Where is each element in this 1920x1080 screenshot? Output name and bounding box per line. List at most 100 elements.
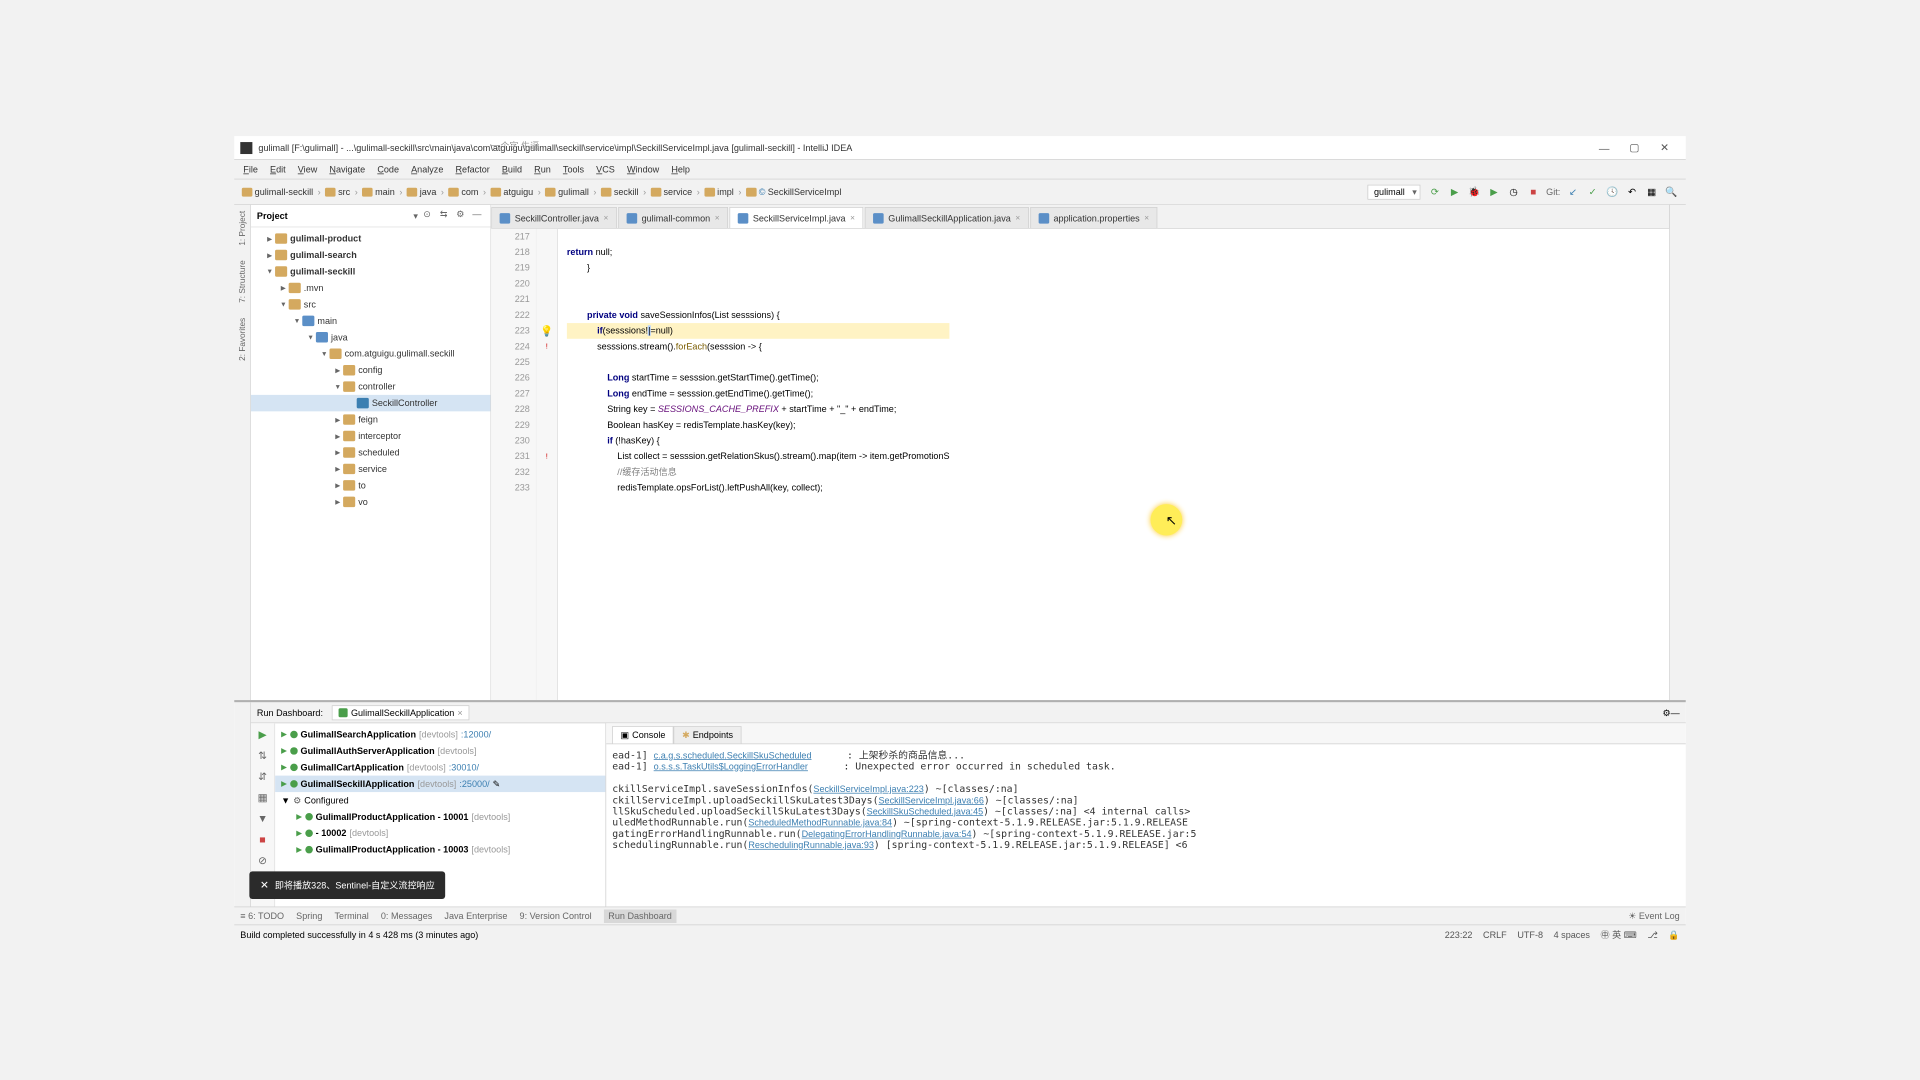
editor-tab[interactable]: application.properties× bbox=[1030, 207, 1157, 228]
editor-tab[interactable]: SeckillServiceImpl.java× bbox=[729, 207, 863, 228]
breadcrumb-item[interactable]: impl bbox=[701, 185, 737, 198]
line-ending[interactable]: CRLF bbox=[1483, 929, 1507, 939]
tree-node[interactable]: SeckillController bbox=[251, 395, 491, 411]
tree-node[interactable]: ▼gulimall-seckill bbox=[251, 263, 491, 279]
menu-vcs[interactable]: VCS bbox=[590, 164, 621, 174]
run-config-select[interactable]: gulimall bbox=[1367, 184, 1420, 199]
breadcrumb-item[interactable]: atguigu bbox=[488, 185, 537, 198]
debug-button[interactable]: 🐞 bbox=[1466, 184, 1483, 200]
tree-node[interactable]: ▶vo bbox=[251, 494, 491, 510]
tree-btn1[interactable]: ⇅ bbox=[254, 747, 271, 763]
minimize-button[interactable]: — bbox=[1589, 137, 1619, 158]
event-log-tab[interactable]: ☀ Event Log bbox=[1628, 911, 1680, 921]
editor-tab[interactable]: GulimallSeckillApplication.java× bbox=[865, 207, 1029, 228]
app-node[interactable]: ▶GulimallSearchApplication [devtools] :1… bbox=[275, 726, 605, 742]
menu-navigate[interactable]: Navigate bbox=[323, 164, 371, 174]
git-commit-button[interactable]: ✓ bbox=[1584, 184, 1601, 200]
encoding[interactable]: UTF-8 bbox=[1517, 929, 1543, 939]
tool-tab[interactable]: Spring bbox=[296, 911, 322, 921]
tree-node[interactable]: ▼com.atguigu.gulimall.seckill bbox=[251, 346, 491, 362]
breadcrumb-item[interactable]: service bbox=[648, 185, 696, 198]
dashboard-settings-icon[interactable]: ⚙ bbox=[1663, 707, 1671, 717]
console-output[interactable]: ead-1] c.a.g.s.scheduled.SeckillSkuSched… bbox=[606, 744, 1686, 924]
hide-button[interactable]: — bbox=[469, 208, 484, 223]
notification-toast[interactable]: ✕ 即将播放328、Sentinel-自定义流控响应 bbox=[249, 871, 445, 899]
indent[interactable]: 4 spaces bbox=[1554, 929, 1590, 939]
git-revert-button[interactable]: ↶ bbox=[1624, 184, 1641, 200]
ide-button[interactable]: ▦ bbox=[1643, 184, 1660, 200]
breadcrumb-item[interactable]: gulimall-seckill bbox=[239, 185, 316, 198]
collapse-button[interactable]: ⇆ bbox=[436, 208, 451, 223]
locate-button[interactable]: ⊙ bbox=[419, 208, 434, 223]
settings-icon[interactable]: ⚙ bbox=[453, 208, 468, 223]
run-dashboard-tab[interactable]: GulimallSeckillApplication× bbox=[332, 705, 469, 720]
build-button[interactable]: ⟳ bbox=[1427, 184, 1444, 200]
tree-btn3[interactable]: ▦ bbox=[254, 789, 271, 805]
tree-node[interactable]: ▼src bbox=[251, 296, 491, 312]
tree-node[interactable]: ▼controller bbox=[251, 378, 491, 394]
menu-view[interactable]: View bbox=[292, 164, 324, 174]
close-icon[interactable]: ✕ bbox=[260, 879, 269, 892]
tree-node[interactable]: ▶to bbox=[251, 477, 491, 493]
menu-tools[interactable]: Tools bbox=[557, 164, 590, 174]
tool-tab[interactable]: Terminal bbox=[334, 911, 368, 921]
search-button[interactable]: 🔍 bbox=[1663, 184, 1680, 200]
run-button[interactable]: ▶ bbox=[1446, 184, 1463, 200]
tree-btn5[interactable]: ⊘ bbox=[254, 852, 271, 868]
tree-node[interactable]: ▶gulimall-product bbox=[251, 230, 491, 246]
menu-analyze[interactable]: Analyze bbox=[405, 164, 449, 174]
tree-node[interactable]: ▶service bbox=[251, 461, 491, 477]
git-branch-icon[interactable]: ⎇ bbox=[1647, 929, 1657, 939]
tree-node[interactable]: ▶gulimall-search bbox=[251, 247, 491, 263]
tool-tab[interactable]: Run Dashboard bbox=[604, 909, 677, 922]
menu-run[interactable]: Run bbox=[528, 164, 557, 174]
menu-refactor[interactable]: Refactor bbox=[449, 164, 495, 174]
tree-node[interactable]: ▶.mvn bbox=[251, 280, 491, 296]
breadcrumb-item[interactable]: src bbox=[322, 185, 353, 198]
app-node[interactable]: ▶GulimallAuthServerApplication [devtools… bbox=[275, 743, 605, 759]
editor-tab[interactable]: SeckillController.java× bbox=[491, 207, 616, 228]
console-tab[interactable]: ▣Console bbox=[612, 726, 674, 743]
structure-tool-tab[interactable]: 7: Structure bbox=[238, 258, 247, 307]
app-node[interactable]: ▶GulimallCartApplication [devtools] :300… bbox=[275, 759, 605, 775]
app-node[interactable]: ▶ - 10002 [devtools] bbox=[275, 825, 605, 841]
tree-node[interactable]: ▶feign bbox=[251, 411, 491, 427]
close-button[interactable]: ✕ bbox=[1649, 137, 1679, 158]
breadcrumb-item[interactable]: com bbox=[445, 185, 481, 198]
tree-node[interactable]: ▼java bbox=[251, 329, 491, 345]
profile-button[interactable]: ◷ bbox=[1505, 184, 1522, 200]
app-node[interactable]: ▶GulimallSeckillApplication [devtools] :… bbox=[275, 776, 605, 792]
breadcrumb-item[interactable]: seckill bbox=[598, 185, 642, 198]
rerun-button[interactable]: ▶ bbox=[254, 726, 271, 742]
tool-tab[interactable]: 0: Messages bbox=[381, 911, 432, 921]
tool-tab[interactable]: Java Enterprise bbox=[444, 911, 507, 921]
dashboard-hide-button[interactable]: — bbox=[1671, 707, 1680, 717]
editor-tab[interactable]: gulimall-common× bbox=[618, 207, 728, 228]
menu-edit[interactable]: Edit bbox=[264, 164, 292, 174]
favorites-tool-tab[interactable]: 2: Favorites bbox=[238, 315, 247, 364]
menu-file[interactable]: File bbox=[237, 164, 264, 174]
project-tool-tab[interactable]: 1: Project bbox=[238, 208, 247, 249]
tree-node[interactable]: ▶scheduled bbox=[251, 444, 491, 460]
menu-build[interactable]: Build bbox=[496, 164, 528, 174]
git-history-button[interactable]: 🕓 bbox=[1604, 184, 1621, 200]
ime-icon[interactable]: ㊥ 英 ⌨ bbox=[1600, 928, 1636, 941]
tree-node[interactable]: ▶interceptor bbox=[251, 428, 491, 444]
breadcrumb-item[interactable]: © SeckillServiceImpl bbox=[743, 185, 844, 198]
menu-help[interactable]: Help bbox=[665, 164, 696, 174]
app-node[interactable]: ▶GulimallProductApplication - 10001 [dev… bbox=[275, 809, 605, 825]
maximize-button[interactable]: ▢ bbox=[1619, 137, 1649, 158]
tree-node[interactable]: ▶config bbox=[251, 362, 491, 378]
tree-btn4[interactable]: ▼ bbox=[254, 810, 271, 826]
coverage-button[interactable]: ▶ bbox=[1486, 184, 1503, 200]
endpoints-tab[interactable]: ✱Endpoints bbox=[674, 726, 742, 743]
app-node[interactable]: ▶GulimallProductApplication - 10003 [dev… bbox=[275, 841, 605, 857]
git-update-button[interactable]: ↙ bbox=[1565, 184, 1582, 200]
tool-tab[interactable]: 9: Version Control bbox=[520, 911, 592, 921]
breadcrumb-item[interactable]: main bbox=[359, 185, 398, 198]
menu-code[interactable]: Code bbox=[371, 164, 405, 174]
tool-tab[interactable]: ≡ 6: TODO bbox=[240, 911, 284, 921]
app-group[interactable]: ▼⚙ Configured bbox=[275, 792, 605, 808]
stop-all-button[interactable]: ■ bbox=[254, 831, 271, 847]
breadcrumb-item[interactable]: gulimall bbox=[542, 185, 592, 198]
